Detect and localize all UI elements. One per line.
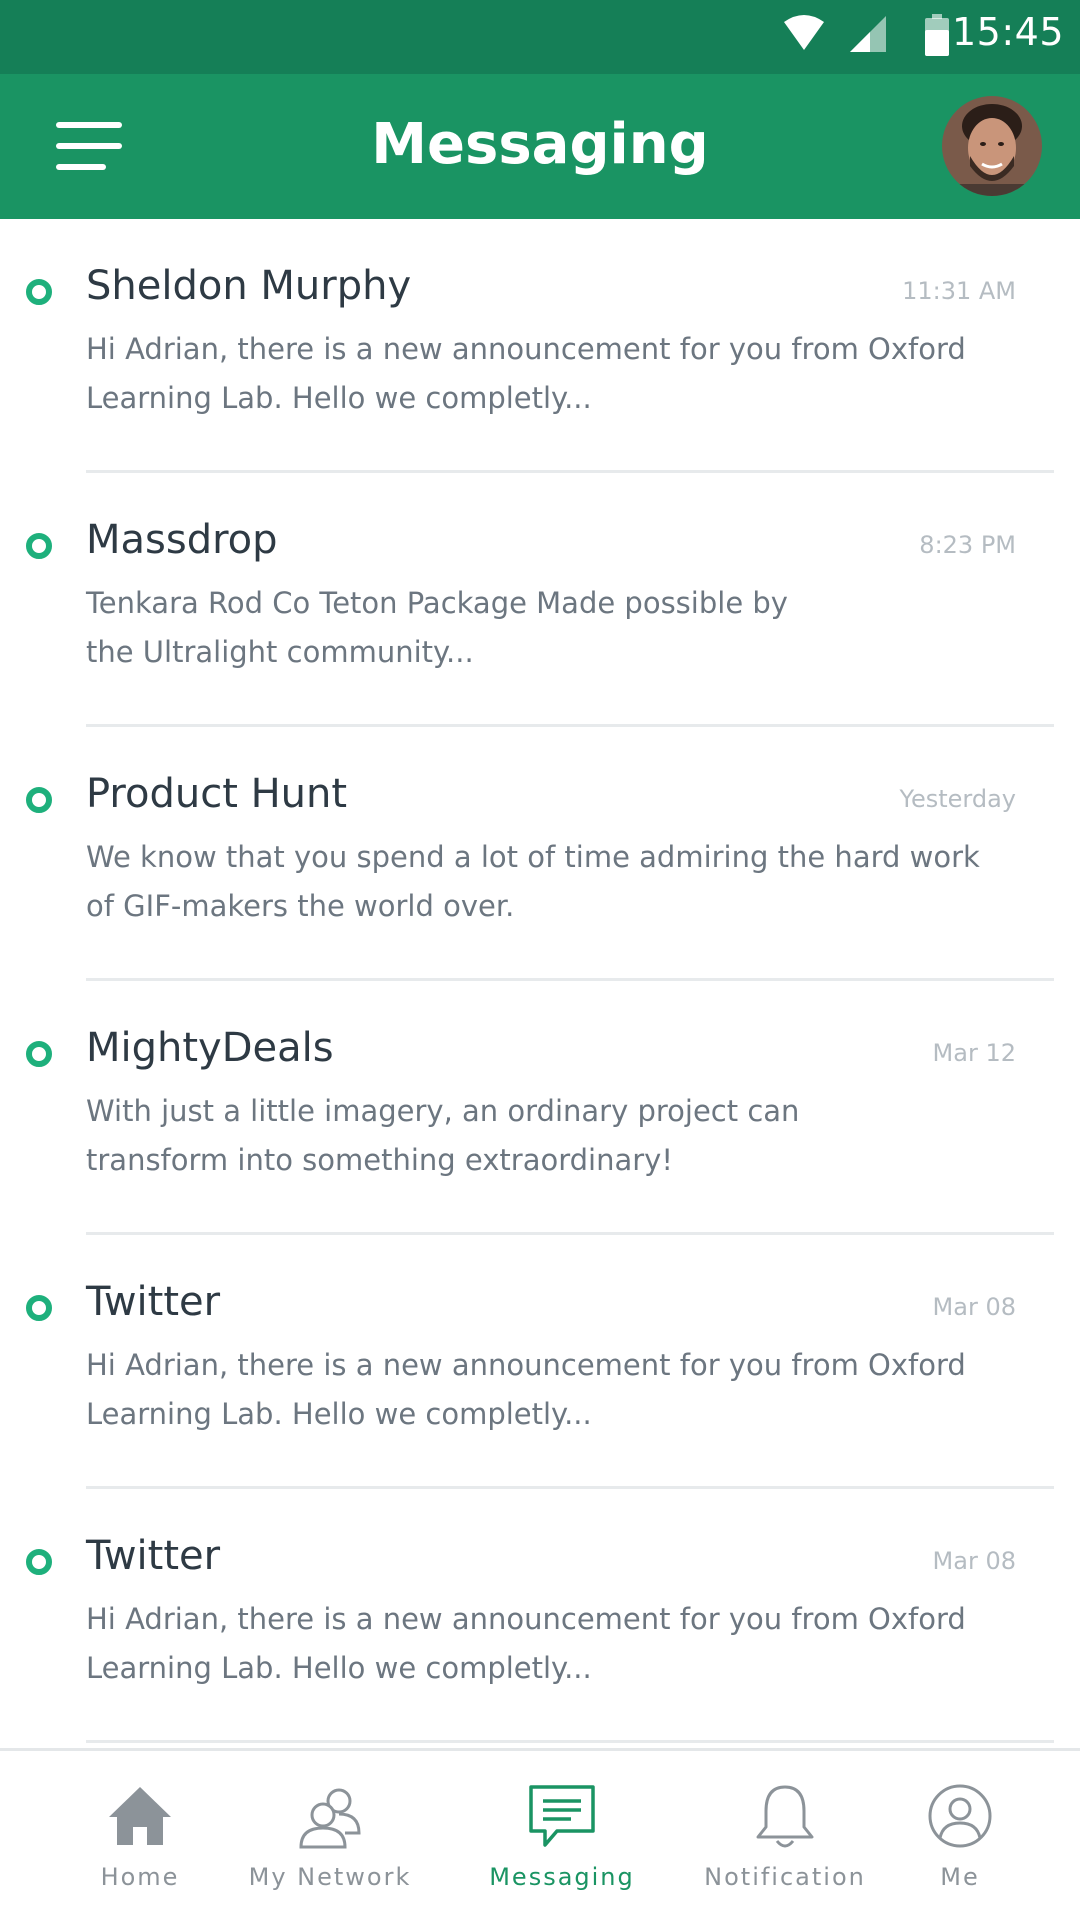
message-item[interactable]: Sheldon Murphy 11:31 AM Hi Adrian, there… [0,219,1080,473]
nav-label: Me [940,1863,980,1891]
message-list: Sheldon Murphy 11:31 AM Hi Adrian, there… [0,219,1080,1743]
message-icon [529,1785,595,1847]
home-icon [109,1787,171,1845]
wifi-icon [784,15,824,50]
message-preview: Tenkara Rod Co Teton Package Made possib… [86,586,788,669]
message-item[interactable]: Massdrop 8:23 PM Tenkara Rod Co Teton Pa… [0,473,1080,727]
nav-notification[interactable]: Notification [680,1751,890,1923]
status-time: 15:45 [951,10,1064,54]
unread-indicator [26,533,52,559]
message-time: 11:31 AM [902,277,1016,305]
nav-label: My Network [248,1863,412,1891]
message-item[interactable]: MightyDeals Mar 12 With just a little im… [0,981,1080,1235]
message-preview: Hi Adrian, there is a new announcement f… [86,332,966,415]
divider [86,1740,1054,1743]
nav-messaging[interactable]: Messaging [462,1751,662,1923]
message-preview: We know that you spend a lot of time adm… [86,840,980,923]
bell-icon [756,1785,814,1848]
message-preview: Hi Adrian, there is a new announcement f… [86,1602,966,1685]
avatar-image [942,96,1042,196]
unread-indicator [26,1549,52,1575]
message-time: Mar 08 [932,1293,1016,1321]
battery-icon [925,14,949,56]
avatar[interactable] [942,96,1042,196]
nav-home[interactable]: Home [40,1751,240,1923]
message-item[interactable]: Product Hunt Yesterday We know that you … [0,727,1080,981]
nav-label: Messaging [489,1863,635,1891]
unread-indicator [26,787,52,813]
unread-indicator [26,1041,52,1067]
message-item[interactable]: Twitter Mar 08 Hi Adrian, there is a new… [0,1489,1080,1743]
unread-indicator [26,279,52,305]
app-bar: Messaging [0,74,1080,219]
message-sender: MightyDeals [86,1025,334,1071]
nav-my-network[interactable]: My Network [230,1751,430,1923]
message-time: Yesterday [899,785,1016,813]
status-bar: 15:45 [0,0,1080,74]
message-sender: Product Hunt [86,771,348,817]
message-time: Mar 08 [932,1547,1016,1575]
message-preview: Hi Adrian, there is a new announcement f… [86,1348,966,1431]
message-sender: Twitter [86,1533,221,1579]
message-item[interactable]: Twitter Mar 08 Hi Adrian, there is a new… [0,1235,1080,1489]
network-icon [299,1788,361,1849]
message-time: 8:23 PM [919,531,1016,559]
nav-me[interactable]: Me [890,1751,1030,1923]
message-sender: Massdrop [86,517,278,563]
message-preview: With just a little imagery, an ordinary … [86,1094,800,1177]
bottom-navigation: Home My Network Messaging Notification M… [0,1748,1080,1920]
unread-indicator [26,1295,52,1321]
message-sender: Twitter [86,1279,221,1325]
signal-icon [850,16,886,52]
message-sender: Sheldon Murphy [86,263,412,309]
profile-icon [928,1784,992,1848]
nav-label: Notification [704,1863,866,1891]
nav-label: Home [100,1863,180,1891]
page-title: Messaging [371,112,709,177]
message-time: Mar 12 [932,1039,1016,1067]
